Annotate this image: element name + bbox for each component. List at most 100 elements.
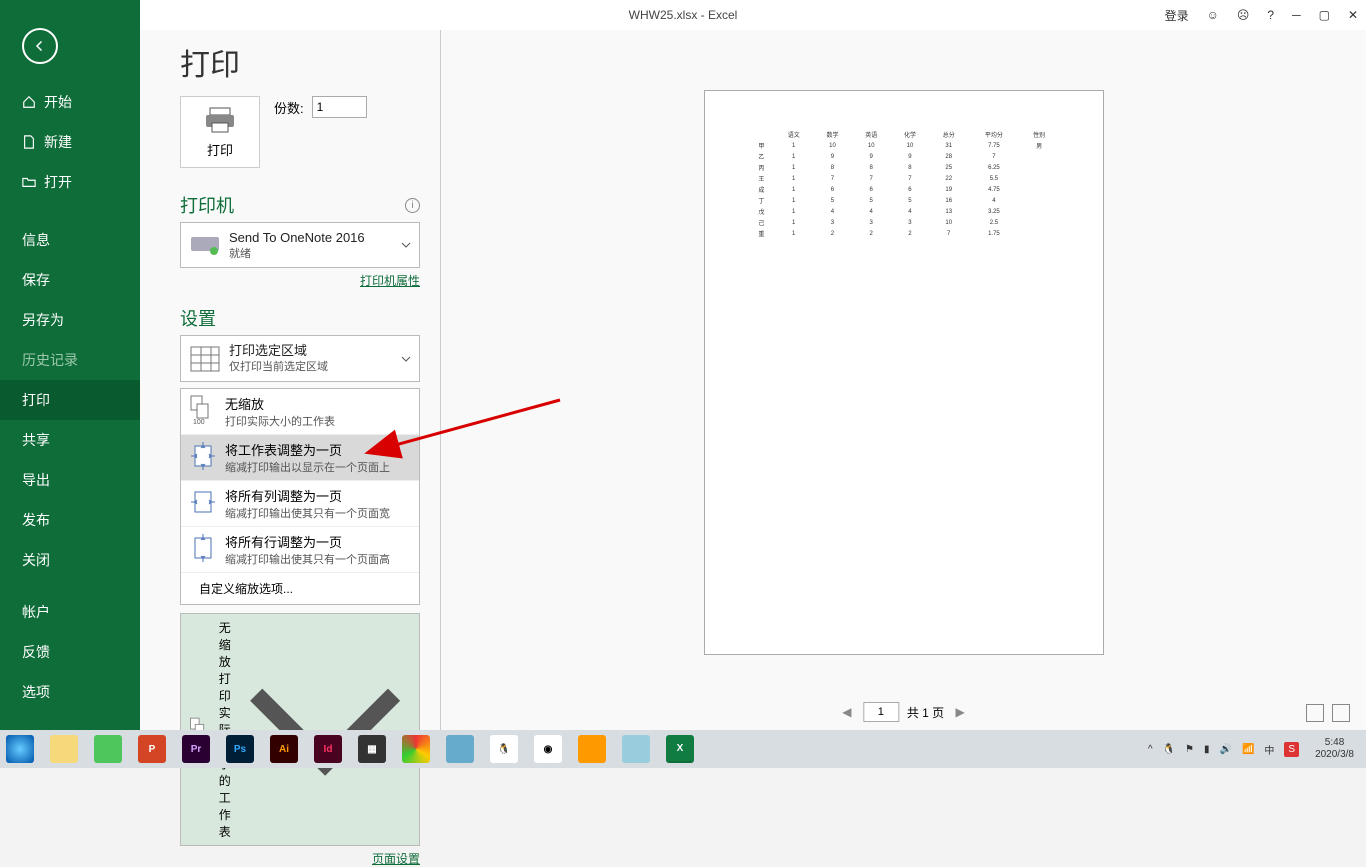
tray-volume-icon[interactable]: 🔊 [1219,744,1231,755]
face-sad-icon[interactable]: ☹ [1237,8,1250,22]
scaling-custom-option[interactable]: 自定义缩放选项... [181,573,419,604]
sidebar-item-save[interactable]: 保存 [0,260,140,300]
login-button[interactable]: 登录 [1165,7,1189,24]
taskbar-qq-icon[interactable]: 🐧 [490,735,518,763]
scaling-no-scale-sub: 打印实际大小的工作表 [225,413,335,429]
scaling-no-scale[interactable]: 100 无缩放 打印实际大小的工作表 [181,389,419,435]
sidebar-item-publish[interactable]: 发布 [0,500,140,540]
sidebar-label-info: 信息 [22,230,50,250]
scaling-fit-cols[interactable]: 将所有列调整为一页 缩减打印输出使其只有一个页面宽 [181,481,419,527]
sidebar-item-export[interactable]: 导出 [0,460,140,500]
sidebar-item-options[interactable]: 选项 [0,672,140,712]
taskbar-premiere-icon[interactable]: Pr [182,735,210,763]
sidebar-label-saveas: 另存为 [22,310,64,330]
printer-heading: 打印机 [180,192,234,218]
chevron-down-icon [401,240,411,250]
sidebar-item-feedback[interactable]: 反馈 [0,632,140,672]
taskbar-app5-icon[interactable] [622,735,650,763]
sidebar-label-feedback: 反馈 [22,642,50,662]
face-smile-icon[interactable]: ☺ [1207,8,1219,22]
taskbar-browser-icon[interactable] [6,735,34,763]
chevron-down-icon [401,354,411,364]
taskbar-indesign-icon[interactable]: Id [314,735,342,763]
taskbar-app2-icon[interactable] [402,735,430,763]
back-button[interactable] [22,28,58,64]
sidebar-item-print[interactable]: 打印 [0,380,140,420]
fit-cols-icon [189,486,217,518]
taskbar-explorer-icon[interactable] [50,735,78,763]
sidebar-item-open[interactable]: 打开 [0,162,140,202]
prev-page-button[interactable]: ◀ [839,704,855,720]
scaling-fit-rows[interactable]: 将所有行调整为一页 缩减打印输出使其只有一个页面高 [181,527,419,573]
printer-info-icon[interactable]: i [405,198,420,213]
taskbar-powerpoint-icon[interactable]: P [138,735,166,763]
sidebar-item-saveas[interactable]: 另存为 [0,300,140,340]
sidebar-item-new[interactable]: 新建 [0,122,140,162]
next-page-button[interactable]: ▶ [952,704,968,720]
sidebar-item-history[interactable]: 历史记录 [0,340,140,380]
taskbar-chrome-icon[interactable]: ◉ [534,735,562,763]
zoom-to-page-icon[interactable] [1306,704,1324,722]
titlebar-right: 登录 ☺ ☹ ? ─ ▢ ✕ [1165,7,1358,24]
sidebar-label-history: 历史记录 [22,350,78,370]
grid-icon [189,345,221,373]
tray-expand-icon[interactable]: ^ [1148,744,1153,755]
file-icon [22,135,36,149]
sidebar-label-share: 共享 [22,430,50,450]
taskbar-photoshop-icon[interactable]: Ps [226,735,254,763]
sidebar-item-home[interactable]: 开始 [0,82,140,122]
window-title: WHW25.xlsx - Excel [629,8,738,22]
print-range-dropdown[interactable]: 打印选定区域 仅打印当前选定区域 [180,335,420,381]
tray-wifi-icon[interactable]: 📶 [1242,744,1254,755]
tray-security-icon[interactable]: ⚑ [1185,744,1194,755]
taskbar-illustrator-icon[interactable]: Ai [270,735,298,763]
maximize-button[interactable]: ▢ [1319,8,1330,22]
taskbar-app1-icon[interactable]: ▦ [358,735,386,763]
backstage-sidebar: 开始 新建 打开 信息 保存 另存为 历史记录 打印 共享 导出 发布 关闭 帐… [0,0,140,730]
sidebar-label-home: 开始 [44,92,72,112]
scaling-fit-sheet-sub: 缩减打印输出以显示在一个页面上 [225,459,390,475]
home-icon [22,95,36,109]
scaling-fit-sheet-title: 将工作表调整为一页 [225,440,390,459]
scaling-fit-cols-sub: 缩减打印输出使其只有一个页面宽 [225,505,390,521]
page-number-input[interactable] [863,702,899,722]
tray-time: 5:48 [1315,737,1354,749]
taskbar-app3-icon[interactable] [446,735,474,763]
copies-input[interactable] [312,96,367,118]
svg-text:100: 100 [193,419,205,426]
page-total-label: 共 1 页 [907,704,944,721]
scaling-fit-cols-title: 将所有列调整为一页 [225,486,390,505]
sidebar-item-share[interactable]: 共享 [0,420,140,460]
sidebar-label-open: 打开 [44,172,72,192]
page-setup-link[interactable]: 页面设置 [180,850,420,867]
print-button[interactable]: 打印 [180,96,260,168]
scaling-fit-sheet[interactable]: 将工作表调整为一页 缩减打印输出以显示在一个页面上 [181,435,419,481]
help-icon[interactable]: ? [1267,8,1274,22]
tray-sogou-icon[interactable]: S [1284,742,1299,757]
sidebar-label-save: 保存 [22,270,50,290]
sidebar-item-account[interactable]: 帐户 [0,592,140,632]
taskbar-excel-icon[interactable]: X [666,735,694,763]
minimize-button[interactable]: ─ [1292,8,1301,22]
zoom-margins-icon[interactable] [1332,704,1350,722]
tray-clock[interactable]: 5:48 2020/3/8 [1309,737,1360,761]
tray-qq-icon[interactable]: 🐧 [1163,744,1175,755]
tray-battery-icon[interactable]: ▮ [1204,744,1210,755]
zoom-controls [1306,704,1350,722]
taskbar-wechat-icon[interactable] [94,735,122,763]
print-range-sub: 仅打印当前选定区域 [229,360,393,375]
close-button[interactable]: ✕ [1348,8,1358,22]
tray-ime-icon[interactable]: 中 [1264,742,1274,757]
printer-properties-link[interactable]: 打印机属性 [180,272,420,289]
taskbar-app4-icon[interactable] [578,735,606,763]
print-preview: 语文数学英语化学总分平均分性别 甲1101010317.75男乙1999287丙… [440,30,1366,730]
sidebar-item-info[interactable]: 信息 [0,220,140,260]
sidebar-item-close[interactable]: 关闭 [0,540,140,580]
print-button-label: 打印 [207,140,233,159]
sidebar-label-publish: 发布 [22,510,50,530]
scaling-fit-rows-title: 将所有行调整为一页 [225,532,390,551]
settings-heading: 设置 [180,305,216,331]
fit-rows-icon [189,532,217,564]
print-range-title: 打印选定区域 [229,342,393,360]
printer-dropdown[interactable]: Send To OneNote 2016 就绪 [180,222,420,268]
